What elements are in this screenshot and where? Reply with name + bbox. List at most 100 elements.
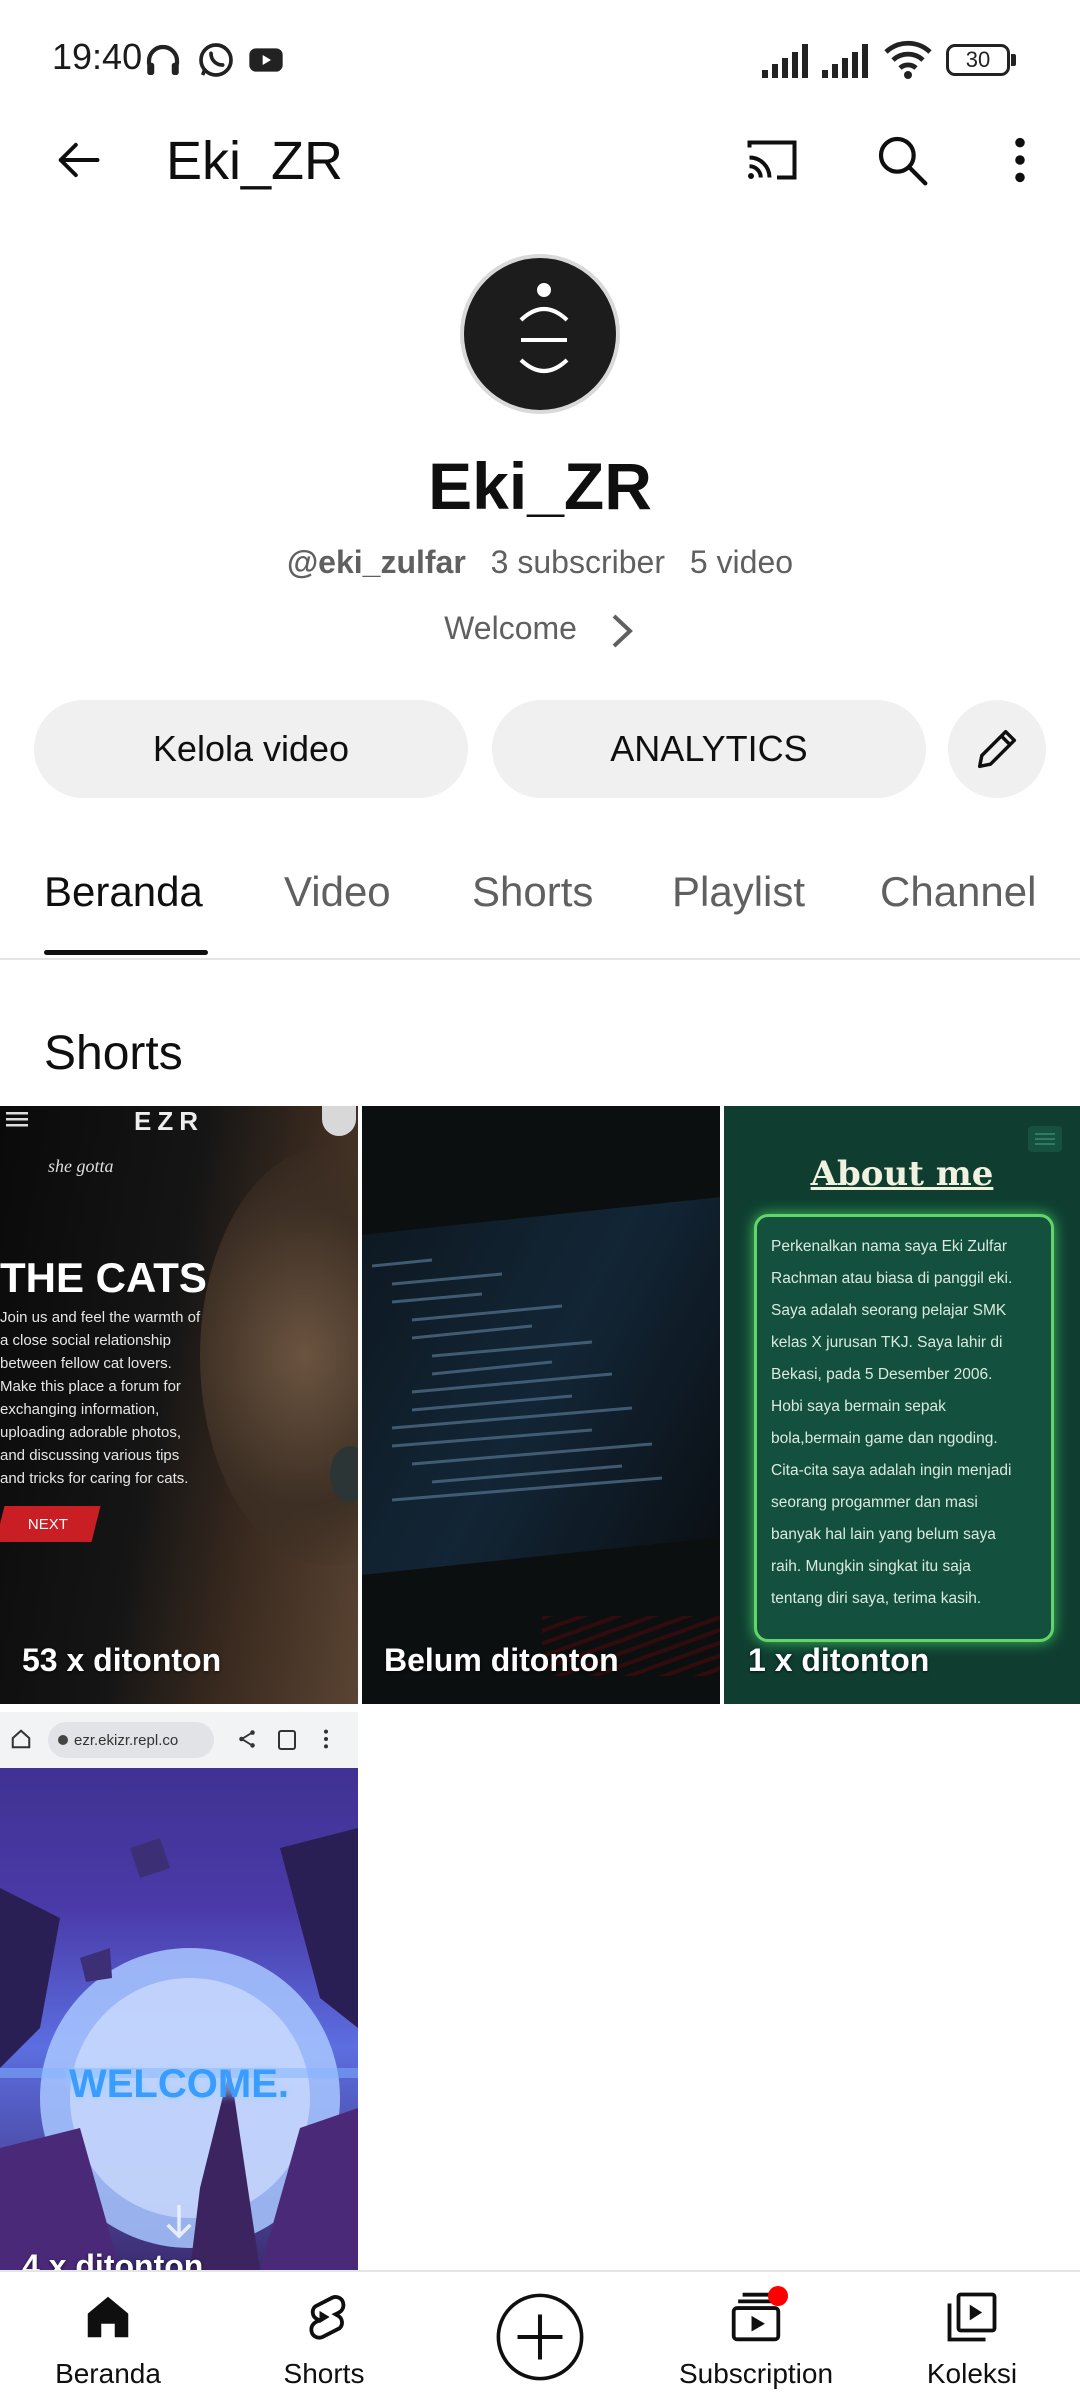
analytics-button[interactable]: ANALYTICS [492,700,926,798]
section-title: Shorts [44,1027,183,1080]
menu-icon [6,1112,28,1127]
avatar-logo-icon [519,283,569,373]
channel-avatar[interactable] [460,254,620,414]
more-options-button[interactable] [984,124,1056,196]
url-bar: ezr.ekizr.repl.co [48,1722,214,1758]
thumb-body-line: Make this place a forum for [0,1378,181,1395]
cast-button[interactable] [736,124,808,196]
short-thumbnail[interactable]: About me Perkenalkan nama saya Eki Zulfa… [724,1106,1080,1704]
arrow-down-icon [166,2205,192,2239]
shorts-icon [309,2295,346,2340]
tab-beranda[interactable]: Beranda [44,868,203,916]
about-line: banyak hal lain yang belum saya [771,1526,996,1543]
notification-dot [768,2286,788,2306]
nav-beranda[interactable]: Beranda [0,2272,216,2402]
short-thumbnail[interactable]: EZR she gotta THE CATS Join us and feel … [0,1106,358,1704]
home-icon [87,2296,129,2338]
app-header: Eki_ZR [0,110,1080,210]
pencil-icon [977,729,1017,769]
tab-channel[interactable]: Channel [880,868,1036,916]
about-heading: About me [810,1154,994,1194]
nav-koleksi[interactable]: Koleksi [864,2272,1080,2402]
about-line: Saya adalah seorang pelajar SMK [771,1302,1007,1319]
about-line: Rachman atau biasa di panggil eki. [771,1270,1013,1287]
view-count: 1 x ditonton [748,1642,930,1678]
home-icon [11,1729,31,1749]
thumb-body-line: exchanging information, [0,1401,160,1418]
nav-create[interactable] [432,2272,648,2402]
short-thumbnail[interactable]: Belum ditonton [362,1106,720,1704]
cast-icon [747,140,797,180]
channel-name: Eki_ZR [428,449,652,523]
view-count: 53 x ditonton [22,1642,222,1678]
header-title: Eki_ZR [166,131,344,191]
about-card: Perkenalkan nama saya Eki Zulfar Rachman… [754,1214,1054,1642]
nav-shorts[interactable]: Shorts [216,2272,432,2402]
tab-playlist[interactable]: Playlist [672,868,805,916]
manage-videos-button[interactable]: Kelola video [34,700,468,798]
thumb-next-button: NEXT [0,1506,101,1542]
search-button[interactable] [866,124,938,196]
battery-level: 30 [965,47,991,72]
nav-label: Koleksi [926,2358,1018,2389]
about-line: raih. Mungkin singkat itu saja [771,1558,971,1575]
url-text: ezr.ekizr.repl.co [74,1731,179,1749]
thumb-next-label: NEXT [27,1515,68,1533]
youtube-icon [249,48,283,72]
whatsapp-icon [199,43,233,77]
video-count: 5 video [689,544,794,580]
status-bar: 19:40 30 [0,0,1080,110]
channel-description-text: Welcome [444,610,577,646]
short-thumbnail[interactable]: ezr.ekizr.repl.co WELCOME. 4 x ditonton [0,1712,358,2270]
battery-icon: 30 [946,44,1010,76]
thumb-body-line: a close social relationship [0,1332,171,1349]
about-line: Bekasi, pada 5 Desember 2006. [771,1366,993,1383]
nav-label: Shorts [283,2358,365,2389]
welcome-headline: WELCOME. [69,2062,289,2106]
thumb-headline: THE CATS [0,1254,207,1301]
channel-description[interactable]: Welcome [0,610,1080,650]
tabs-count-icon [278,1730,296,1750]
about-line: bola,bermain game dan ngoding. [771,1430,998,1447]
channel-tabs: Beranda Video Shorts Playlist Channel [0,850,1080,960]
signal-icon [762,44,808,78]
thumb-body-line: and discussing various tips [0,1447,180,1464]
thumb-brand: EZR [134,1106,204,1136]
about-line: kelas X jurusan TKJ. Saya lahir di [771,1334,1003,1351]
user-icon [322,1106,356,1136]
view-count: 4 x ditonton [22,2248,204,2270]
edit-channel-button[interactable] [948,700,1046,798]
bottom-navigation: Beranda Shorts Subscription Koleksi [0,2270,1080,2400]
channel-meta: @eki_zulfar 3 subscriber 5 video [0,544,1080,581]
nav-subscription[interactable]: Subscription [648,2272,864,2402]
cat-image [200,1146,358,1566]
thumb-body-line: between fellow cat lovers. [0,1355,172,1372]
active-tab-indicator [44,950,208,955]
back-arrow-icon [58,142,100,178]
more-vert-icon [1015,137,1025,183]
thumb-body: Join us and feel the warmth of a close s… [0,1306,220,1490]
about-line: Cita-cita saya adalah ingin menjadi [771,1462,1012,1479]
about-line: Perkenalkan nama saya Eki Zulfar [771,1238,1008,1255]
chevron-right-icon [612,614,633,648]
battery-tip [1011,54,1016,66]
more-vert-icon [323,1729,329,1749]
about-line: tentang diri saya, terima kasih. [771,1590,982,1607]
browser-bar: ezr.ekizr.repl.co [0,1712,358,1768]
about-line: seorang progammer dan masi [771,1494,978,1511]
thumb-tagline: she gotta [48,1156,114,1176]
view-count: Belum ditonton [384,1642,619,1678]
welcome-scene [0,1828,358,2270]
nav-label: Beranda [55,2358,161,2389]
tab-video[interactable]: Video [284,868,391,916]
search-icon [878,136,928,186]
library-icon [947,2292,997,2342]
status-time: 19:40 [52,36,143,77]
create-icon [496,2293,584,2381]
tab-shorts[interactable]: Shorts [472,868,593,916]
thumb-body-line: Join us and feel the warmth of [0,1309,201,1326]
share-icon [239,1730,255,1748]
about-line: Hobi saya bermain sepak [771,1398,946,1415]
lock-icon [58,1735,68,1745]
back-button[interactable] [42,124,114,196]
